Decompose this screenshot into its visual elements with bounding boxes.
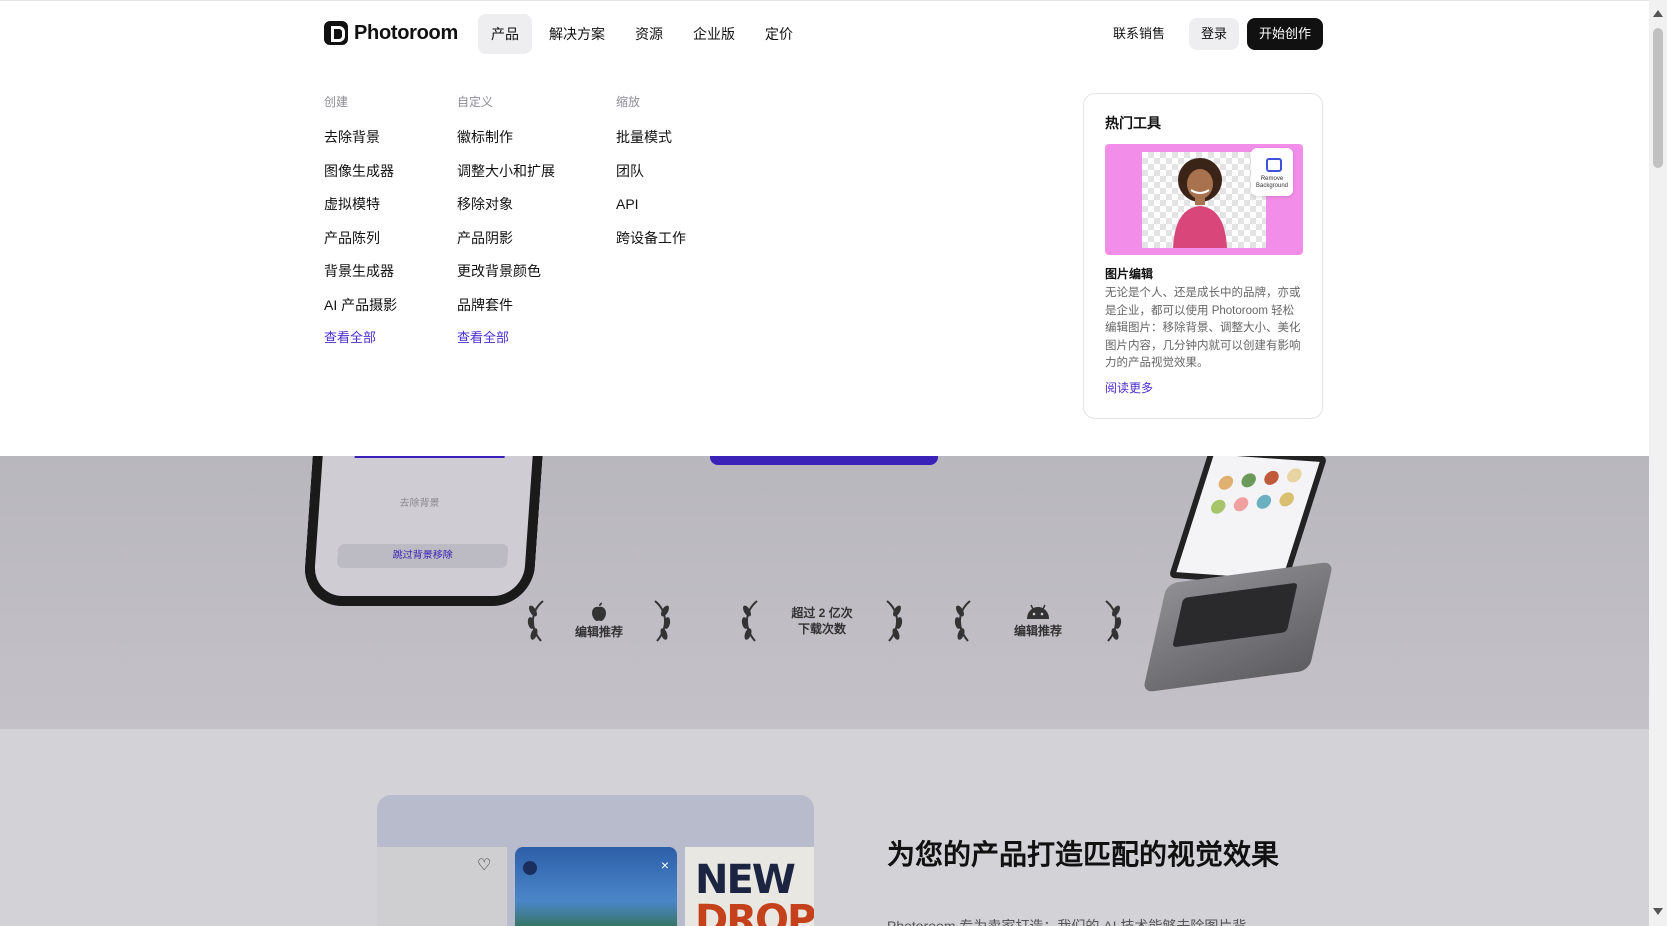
remove-background-badge: Remove Background (1251, 148, 1293, 196)
laurel-left-icon (741, 600, 758, 642)
nav-item-resources[interactable]: 资源 (622, 14, 676, 54)
read-more-link[interactable]: 阅读更多 (1105, 379, 1153, 396)
portrait-illustration (1173, 158, 1227, 248)
hero-cta-button[interactable] (710, 456, 938, 465)
scroll-up-arrow-icon[interactable] (1653, 10, 1663, 17)
column-heading: 创建 (324, 95, 349, 109)
view-all-link[interactable]: 查看全部 (324, 330, 397, 350)
menu-item[interactable]: 图像生成器 (324, 163, 397, 197)
featured-title: 热门工具 (1105, 115, 1161, 131)
menu-item[interactable]: 跨设备工作 (616, 230, 686, 264)
menu-item[interactable]: 产品阴影 (457, 230, 555, 264)
menu-column-customize: 自定义 徽标制作 调整大小和扩展 移除对象 产品阴影 更改背景颜色 品牌套件 查… (457, 93, 555, 350)
column-heading: 缩放 (616, 95, 641, 109)
award-downloads-line1: 超过 2 亿次 (791, 606, 853, 620)
logo[interactable]: Photoroom (324, 21, 458, 45)
featured-description: 无论是个人、还是成长中的品牌，亦或是企业，都可以使用 Photoroom 轻松编… (1105, 287, 1301, 369)
featured-image: Remove Background (1105, 144, 1303, 255)
scroll-thumb[interactable] (1653, 28, 1663, 168)
contact-sales-link[interactable]: 联系销售 (1097, 18, 1181, 50)
apple-icon (592, 602, 606, 621)
menu-item[interactable]: 移除对象 (457, 196, 555, 230)
laurel-left-icon (527, 600, 544, 642)
poster-line2: DROP (695, 897, 814, 926)
scrollbar[interactable] (1649, 0, 1667, 926)
award-android-text: 编辑推荐 (1013, 624, 1062, 638)
award-apple: 编辑推荐 (523, 596, 675, 646)
section-title: 为您的产品打造匹配的视觉效果 (887, 839, 1280, 870)
heart-icon[interactable]: ♡ (477, 855, 491, 875)
showcase-card: ♡ × NEW DROP (377, 795, 814, 926)
award-downloads-line2: 下载次数 (797, 622, 846, 636)
laurel-right-icon (654, 600, 671, 642)
menu-item[interactable]: 调整大小和扩展 (457, 163, 555, 197)
android-icon (1027, 604, 1049, 619)
menu-item[interactable]: 产品陈列 (324, 230, 397, 264)
nav-item-pricing[interactable]: 定价 (752, 14, 806, 54)
laurel-right-icon (886, 600, 903, 642)
laurel-left-icon (954, 600, 971, 642)
menu-item[interactable]: 团队 (616, 163, 686, 197)
showcase-poster: NEW DROP (685, 847, 814, 926)
header-actions: 联系销售 登录 开始创作 (1097, 18, 1323, 50)
menu-item[interactable]: 去除背景 (324, 129, 397, 163)
mega-menu-overlay: Photoroom 产品 解决方案 资源 企业版 定价 联系销售 登录 开始创作… (0, 0, 1649, 456)
menu-column-scale: 缩放 批量模式 团队 API 跨设备工作 (616, 93, 686, 263)
lower-section (0, 729, 1649, 926)
section-subtitle: Photoroom 专为卖家打造：我们的 AI 技术能够去除图片背 (887, 918, 1247, 926)
scroll-down-arrow-icon[interactable] (1653, 908, 1663, 915)
login-button[interactable]: 登录 (1188, 18, 1239, 50)
laptop-mockup (1142, 447, 1334, 693)
menu-item[interactable]: 背景生成器 (324, 263, 397, 297)
menu-item[interactable]: 批量模式 (616, 129, 686, 163)
menu-item[interactable]: 更改背景颜色 (457, 263, 555, 297)
phone-skip-button: 跳过背景移除 (336, 544, 509, 568)
phone-loading-text: 去除背景 (398, 498, 440, 509)
phone-progress-bar (354, 456, 505, 458)
nav-item-product[interactable]: 产品 (478, 14, 532, 54)
close-icon[interactable]: × (661, 857, 669, 873)
start-creating-button[interactable]: 开始创作 (1246, 18, 1323, 50)
menu-item[interactable]: 徽标制作 (457, 129, 555, 163)
main-nav: 产品 解决方案 资源 企业版 定价 (478, 14, 806, 54)
showcase-palm-image: × (515, 847, 677, 926)
nav-item-solutions[interactable]: 解决方案 (536, 14, 618, 54)
menu-item[interactable]: AI 产品摄影 (324, 297, 397, 331)
hero-section (0, 456, 1649, 729)
phone-mockup: 去除背景 跳过背景移除 (302, 440, 544, 606)
menu-column-create: 创建 去除背景 图像生成器 虚拟模特 产品陈列 背景生成器 AI 产品摄影 查看… (324, 93, 397, 350)
award-downloads: 超过 2 亿次 下载次数 (737, 596, 907, 646)
column-heading: 自定义 (457, 95, 494, 109)
award-apple-text: 编辑推荐 (574, 625, 623, 639)
featured-tool-card[interactable]: 热门工具 Remove Background 图片编辑 无论是个人、还是成长中的… (1083, 93, 1323, 419)
app-chip-icon (523, 861, 537, 875)
nav-item-enterprise[interactable]: 企业版 (680, 14, 748, 54)
award-android: 编辑推荐 (950, 596, 1126, 646)
logo-text: Photoroom (354, 21, 458, 44)
photoroom-logo-icon (324, 21, 348, 45)
menu-item[interactable]: 虚拟模特 (324, 196, 397, 230)
menu-item[interactable]: API (616, 196, 686, 230)
view-all-link[interactable]: 查看全部 (457, 330, 555, 350)
menu-item[interactable]: 品牌套件 (457, 297, 555, 331)
featured-subtitle: 图片编辑 (1105, 267, 1154, 281)
laurel-right-icon (1105, 600, 1122, 642)
